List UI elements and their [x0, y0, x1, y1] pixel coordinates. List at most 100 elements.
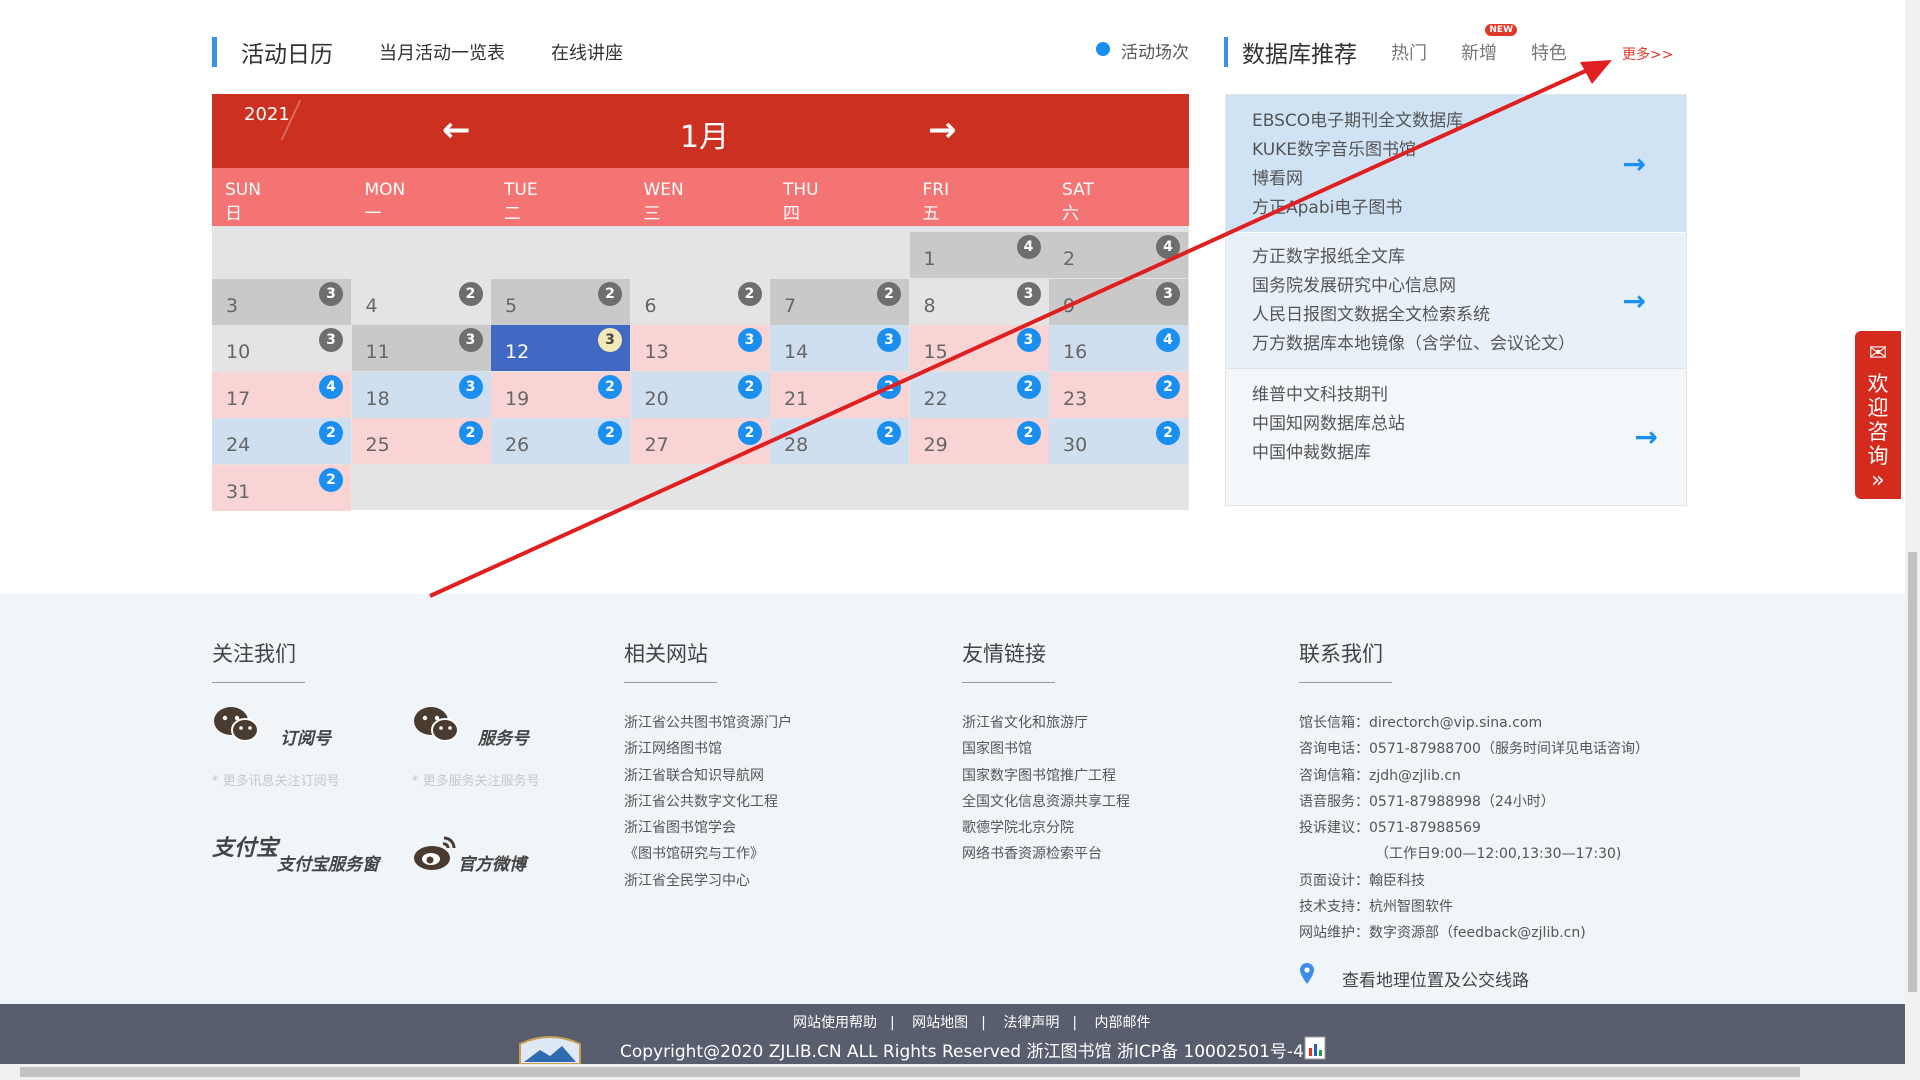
- vertical-scrollbar[interactable]: [1905, 0, 1920, 1064]
- related-site-link[interactable]: 浙江省图书馆学会: [624, 815, 792, 841]
- calendar-day-cell[interactable]: 26 2: [491, 418, 630, 464]
- wechat-icon[interactable]: [213, 706, 259, 744]
- consult-char: 迎: [1867, 396, 1889, 420]
- related-site-link[interactable]: 《图书馆研究与工作》: [624, 841, 792, 867]
- db-link[interactable]: 万方数据库本地镜像（含学位、会议论文）: [1226, 330, 1686, 359]
- bottom-link[interactable]: 网站地图: [912, 1015, 968, 1031]
- calendar-day-cell[interactable]: 23 2: [1049, 371, 1188, 418]
- tab-hot[interactable]: 热门: [1391, 39, 1427, 65]
- arrow-right-icon[interactable]: →: [1623, 284, 1646, 317]
- db-link[interactable]: 中国仲裁数据库: [1226, 439, 1686, 468]
- related-site-link[interactable]: 浙江省公共数字文化工程: [624, 789, 792, 815]
- friend-link[interactable]: 全国文化信息资源共享工程: [962, 789, 1130, 815]
- calendar-day-cell[interactable]: 83: [910, 279, 1049, 325]
- db-link[interactable]: KUKE数字音乐图书馆: [1226, 136, 1686, 165]
- weibo-icon[interactable]: [412, 834, 456, 872]
- friend-link[interactable]: 国家数字图书馆推广工程: [962, 763, 1130, 789]
- tab-online-lectures[interactable]: 在线讲座: [551, 39, 623, 65]
- db-link[interactable]: 中国知网数据库总站: [1226, 410, 1686, 439]
- calendar-day-cell[interactable]: 72: [770, 278, 909, 325]
- db-link[interactable]: 方正数字报纸全文库: [1226, 243, 1686, 272]
- activity-count-badge: 2: [1016, 421, 1041, 445]
- weekday-cn: 日: [225, 204, 242, 224]
- day-number: 9: [1063, 294, 1076, 317]
- calendar-day-cell[interactable]: 13 3: [630, 325, 770, 371]
- related-site-link[interactable]: 浙江省联合知识导航网: [624, 763, 792, 789]
- contact-line: 网站维护：数字资源部（feedback@zjlib.cn): [1299, 925, 1586, 942]
- calendar-day-cell[interactable]: 25 2: [351, 418, 491, 464]
- calendar-day-cell[interactable]: 18 3: [351, 371, 491, 418]
- related-site-link[interactable]: 浙江省公共图书馆资源门户: [624, 710, 792, 736]
- calendar-day-cell[interactable]: 52: [491, 278, 630, 325]
- bottom-link[interactable]: 法律声明: [1003, 1015, 1059, 1031]
- wechat-subscription-label[interactable]: 订阅号: [280, 724, 331, 749]
- related-site-link[interactable]: 浙江网络图书馆: [624, 736, 792, 762]
- arrow-right-icon[interactable]: →: [1635, 421, 1658, 454]
- db-link[interactable]: 博看网: [1226, 165, 1686, 194]
- divider: [624, 682, 717, 683]
- activity-count-badge: 2: [737, 281, 762, 306]
- calendar-day-cell[interactable]: 33: [212, 278, 351, 325]
- alipay-logo-icon[interactable]: 支付宝: [212, 830, 278, 862]
- cnzz-stats-icon[interactable]: [1304, 1036, 1326, 1060]
- bottom-link[interactable]: 内部邮件: [1095, 1015, 1151, 1031]
- prev-month-arrow-icon[interactable]: ←: [442, 110, 471, 150]
- map-link[interactable]: 查看地理位置及公交线路: [1342, 966, 1529, 991]
- calendar-day-cell[interactable]: 17 4: [212, 371, 351, 418]
- contact-line: 投诉建议：0571-87988569: [1299, 820, 1481, 837]
- tab-activity-calendar[interactable]: 活动日历: [241, 35, 333, 69]
- weibo-label[interactable]: 官方微博: [458, 850, 526, 875]
- arrow-right-icon[interactable]: →: [1623, 147, 1646, 180]
- day-number: 13: [644, 341, 669, 363]
- calendar-day-cell[interactable]: 31 2: [212, 464, 351, 511]
- calendar-day-cell[interactable]: 19 2: [491, 371, 630, 418]
- calendar-day-cell[interactable]: 16 4: [1049, 325, 1188, 371]
- calendar-year: 2021: [244, 104, 290, 125]
- day-number: 3: [226, 294, 239, 317]
- db-link[interactable]: 国务院发展研究中心信息网: [1226, 272, 1686, 301]
- more-link[interactable]: 更多>>: [1622, 44, 1673, 64]
- calendar-day-cell[interactable]: 11 3: [351, 325, 491, 371]
- calendar-day-cell[interactable]: 10 3: [212, 325, 351, 371]
- alipay-label[interactable]: 支付宝服务窗: [277, 850, 379, 875]
- scrollbar-thumb[interactable]: [1908, 552, 1917, 992]
- weekday-cn: 一: [364, 204, 382, 224]
- wechat-service-label[interactable]: 服务号: [478, 724, 529, 749]
- calendar-day-cell[interactable]: 62: [631, 279, 770, 325]
- calendar-day-cell[interactable]: 27 2: [630, 418, 770, 464]
- db-link[interactable]: EBSCO电子期刊全文数据库: [1226, 107, 1686, 136]
- calendar-day-cell[interactable]: 14 3: [770, 325, 909, 371]
- calendar-day-cell[interactable]: 28 2: [770, 418, 909, 464]
- next-month-arrow-icon[interactable]: →: [928, 110, 957, 150]
- calendar-day-cell[interactable]: 42: [352, 279, 491, 325]
- calendar-day-cell[interactable]: 14: [909, 232, 1049, 278]
- tab-new[interactable]: 新增 NEW: [1461, 24, 1517, 65]
- scrollbar-thumb[interactable]: [20, 1067, 1800, 1077]
- friend-link[interactable]: 浙江省文化和旅游厅: [962, 710, 1130, 736]
- horizontal-scrollbar[interactable]: [0, 1064, 1920, 1080]
- tab-monthly-list[interactable]: 当月活动一览表: [379, 39, 505, 65]
- friend-link[interactable]: 网络书香资源检索平台: [962, 841, 1130, 867]
- weekday-en: THU: [783, 180, 819, 200]
- calendar-day-cell[interactable]: 20 2: [630, 371, 770, 418]
- friend-link[interactable]: 歌德学院北京分院: [962, 815, 1130, 841]
- wechat-icon[interactable]: [413, 706, 459, 744]
- calendar-day-cell[interactable]: 93: [1049, 278, 1188, 325]
- tab-featured[interactable]: 特色: [1531, 39, 1567, 65]
- calendar-day-cell[interactable]: 30 2: [1049, 418, 1188, 464]
- db-link[interactable]: 人民日报图文数据全文检索系统: [1226, 301, 1686, 330]
- consult-widget[interactable]: ✉ 欢 迎 咨 询 »: [1855, 331, 1901, 499]
- calendar-day-cell[interactable]: 21 2: [770, 371, 909, 418]
- calendar-day-cell[interactable]: 24 2: [212, 418, 351, 464]
- friend-link[interactable]: 国家图书馆: [962, 736, 1130, 762]
- calendar-day-cell[interactable]: 22 2: [909, 371, 1049, 418]
- related-site-link[interactable]: 浙江省全民学习中心: [624, 868, 792, 894]
- db-link[interactable]: 维普中文科技期刊: [1226, 381, 1686, 410]
- calendar-day-cell[interactable]: 15 3: [909, 325, 1049, 371]
- calendar-day-cell[interactable]: 29 2: [909, 418, 1049, 464]
- db-link[interactable]: 方正Apabi电子图书: [1226, 194, 1686, 223]
- calendar-day-cell[interactable]: 24: [1049, 232, 1188, 278]
- bottom-link[interactable]: 网站使用帮助: [793, 1015, 877, 1031]
- calendar-day-cell[interactable]: 12 3: [491, 325, 630, 371]
- day-number: 6: [644, 294, 657, 317]
